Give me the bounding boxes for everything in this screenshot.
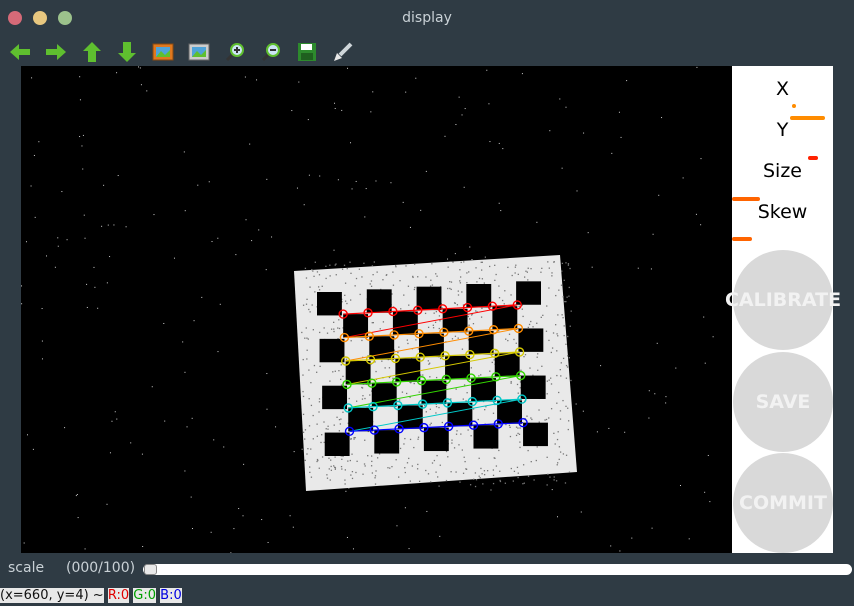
toolbar bbox=[0, 38, 854, 66]
properties-brush-icon[interactable] bbox=[330, 40, 356, 64]
scale-slider[interactable] bbox=[143, 564, 852, 575]
copy-image-icon[interactable] bbox=[186, 40, 212, 64]
status-b: B:0 bbox=[160, 588, 182, 603]
scale-label: scale bbox=[8, 560, 45, 576]
down-arrow-icon[interactable] bbox=[114, 40, 140, 64]
up-arrow-icon[interactable] bbox=[79, 40, 105, 64]
x-label: X bbox=[775, 78, 790, 100]
save-disk-icon[interactable] bbox=[294, 40, 320, 64]
back-arrow-icon[interactable] bbox=[7, 40, 33, 64]
scale-row: scale (000/100) bbox=[0, 556, 854, 582]
size-progress-bar bbox=[808, 156, 818, 160]
status-bar: (x=660, y=4) ~ R:0 G:0 B:0 bbox=[0, 588, 854, 606]
calibration-image bbox=[21, 66, 714, 553]
window-title: display bbox=[402, 10, 452, 26]
size-label: Size bbox=[762, 160, 802, 182]
zoom-in-icon[interactable] bbox=[222, 40, 248, 64]
zoom-out-icon[interactable] bbox=[258, 40, 284, 64]
calibrate-button[interactable]: CALIBRATE bbox=[725, 250, 841, 350]
skew-label: Skew bbox=[757, 201, 808, 223]
scale-slider-thumb[interactable] bbox=[144, 564, 157, 575]
save-button[interactable]: SAVE bbox=[733, 352, 833, 452]
skew-marker bbox=[732, 237, 752, 241]
forward-arrow-icon[interactable] bbox=[43, 40, 69, 64]
scale-value: (000/100) bbox=[66, 560, 136, 576]
status-r: R:0 bbox=[107, 588, 130, 603]
image-viewport[interactable] bbox=[21, 66, 732, 553]
status-coords: (x=660, y=4) ~ bbox=[0, 588, 104, 603]
x-progress-bar bbox=[792, 104, 796, 108]
y-progress-bar bbox=[790, 116, 825, 120]
commit-button[interactable]: COMMIT bbox=[733, 453, 833, 553]
y-label: Y bbox=[776, 119, 789, 141]
calibration-panel: X Y Size Skew CALIBRATE SAVE COMMIT bbox=[725, 66, 841, 553]
save-image-icon[interactable] bbox=[150, 40, 176, 64]
skew-progress-bar bbox=[732, 197, 760, 201]
status-g: G:0 bbox=[133, 588, 157, 603]
title-bar: display bbox=[0, 0, 854, 38]
